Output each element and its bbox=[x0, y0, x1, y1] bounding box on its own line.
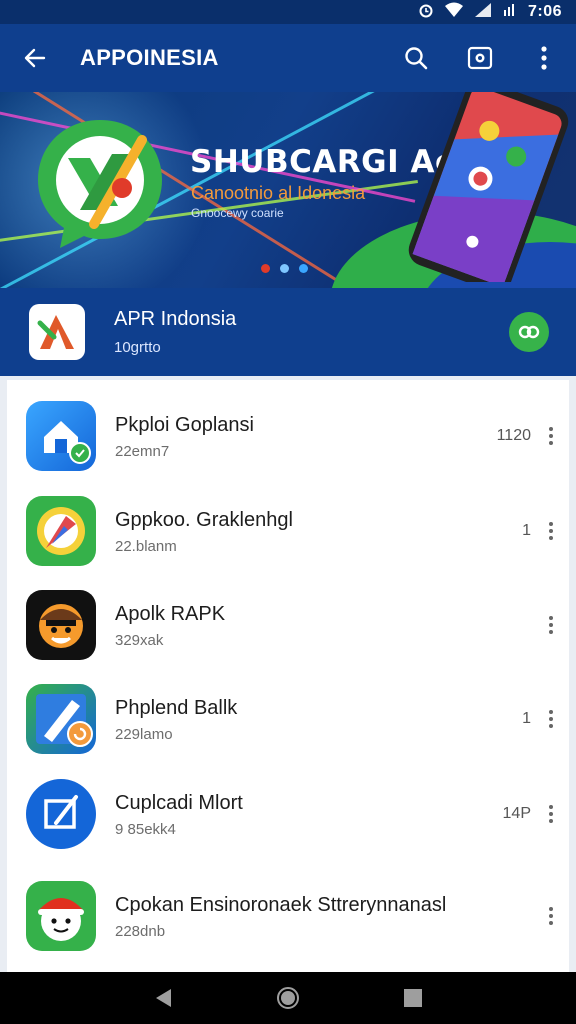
mascot-face-icon bbox=[26, 590, 96, 660]
link-icon bbox=[518, 325, 540, 339]
pencil-refresh-icon bbox=[26, 684, 96, 754]
camera-icon bbox=[467, 46, 493, 70]
app-size: 1 bbox=[522, 522, 531, 539]
list-item[interactable]: Cuplcadi Mlort 9 85ekk4 14P bbox=[7, 768, 569, 860]
arrow-left-icon bbox=[24, 48, 46, 68]
list-item[interactable]: Phplend Ballk 229lamo 1 bbox=[7, 673, 569, 765]
alarm-icon bbox=[418, 2, 434, 23]
app-meta: 229lamo bbox=[115, 725, 173, 743]
carousel-dot[interactable] bbox=[261, 264, 270, 273]
app-meta: 228dnb bbox=[115, 922, 166, 940]
santa-face-icon bbox=[26, 881, 96, 951]
square-recents-icon bbox=[404, 989, 423, 1007]
app-size: 1 bbox=[522, 710, 531, 727]
carousel-indicator[interactable] bbox=[261, 264, 308, 273]
nav-home-button[interactable] bbox=[264, 974, 312, 1022]
featured-app-name: APR Indonsia bbox=[114, 308, 237, 330]
featured-app-icon bbox=[29, 304, 85, 360]
app-name: Gppkoo. Graklenhgl bbox=[115, 508, 293, 531]
banner-tagline: Gnoocewy coarie bbox=[191, 206, 284, 220]
app-name: Cuplcadi Mlort bbox=[115, 791, 243, 814]
app-meta: 22emn7 bbox=[115, 442, 170, 460]
wifi-icon bbox=[444, 2, 464, 23]
more-vertical-icon bbox=[541, 46, 547, 70]
app-name: Apolk RAPK bbox=[115, 602, 226, 625]
nav-back-button[interactable] bbox=[139, 974, 187, 1022]
carousel-dot[interactable] bbox=[299, 264, 308, 273]
app-bar-title: APPOINESIA bbox=[80, 45, 219, 70]
app-size: 1120 bbox=[496, 427, 531, 444]
more-vertical-icon[interactable] bbox=[539, 427, 563, 445]
list-item[interactable]: Cpokan Ensinoronaek Sttrerynnanasl 228dn… bbox=[7, 864, 569, 968]
app-meta: 329xak bbox=[115, 631, 164, 649]
house-icon bbox=[26, 401, 96, 471]
search-button[interactable] bbox=[384, 24, 448, 92]
carousel-dot[interactable] bbox=[280, 264, 289, 273]
system-navigation-bar bbox=[0, 972, 576, 1024]
app-logo-icon bbox=[38, 120, 162, 248]
more-options-button[interactable] bbox=[512, 24, 576, 92]
back-button[interactable] bbox=[0, 24, 70, 92]
circle-home-icon bbox=[276, 987, 299, 1009]
promo-banner[interactable]: SHUBCARGI AcI Canootnio al Idonesia Gnoo… bbox=[0, 92, 576, 288]
list-item[interactable]: Pkploi Goplansi 22emn7 1120 bbox=[7, 390, 569, 482]
battery-signal-icon bbox=[502, 2, 518, 23]
app-meta: 9 85ekk4 bbox=[115, 820, 176, 838]
app-name: Phplend Ballk bbox=[115, 696, 238, 719]
signal-icon bbox=[474, 2, 492, 23]
pen-nib-icon bbox=[26, 496, 96, 566]
more-vertical-icon[interactable] bbox=[539, 805, 563, 823]
search-icon bbox=[405, 47, 428, 70]
nav-recents-button[interactable] bbox=[389, 974, 437, 1022]
featured-install-button[interactable] bbox=[509, 312, 549, 352]
status-bar: 7:06 bbox=[0, 0, 576, 24]
featured-app-meta: 10grtto bbox=[114, 339, 161, 356]
edit-square-icon bbox=[26, 779, 96, 849]
camera-button[interactable] bbox=[448, 24, 512, 92]
list-item[interactable]: Apolk RAPK 329xak bbox=[7, 579, 569, 671]
app-name: Pkploi Goplansi bbox=[115, 413, 254, 436]
featured-app-row[interactable]: APR Indonsia 10grtto bbox=[0, 288, 576, 376]
more-vertical-icon[interactable] bbox=[539, 616, 563, 634]
banner-subtitle: Canootnio al Idonesia bbox=[191, 183, 366, 203]
app-meta: 22.blanm bbox=[115, 537, 177, 555]
app-name: Cpokan Ensinoronaek Sttrerynnanasl bbox=[115, 893, 447, 916]
app-list: Pkploi Goplansi 22emn7 1120 Gppkoo. Grak… bbox=[7, 380, 569, 972]
more-vertical-icon[interactable] bbox=[539, 907, 563, 925]
app-bar: APPOINESIA bbox=[0, 24, 576, 92]
more-vertical-icon[interactable] bbox=[539, 522, 563, 540]
app-size: 14P bbox=[502, 805, 531, 822]
list-item[interactable]: Gppkoo. Graklenhgl 22.blanm 1 bbox=[7, 485, 569, 577]
app-list-area: Pkploi Goplansi 22emn7 1120 Gppkoo. Grak… bbox=[0, 376, 576, 972]
more-vertical-icon[interactable] bbox=[539, 710, 563, 728]
status-time: 7:06 bbox=[527, 3, 562, 20]
phone-mockup-image bbox=[408, 92, 569, 282]
triangle-back-icon bbox=[155, 989, 171, 1007]
